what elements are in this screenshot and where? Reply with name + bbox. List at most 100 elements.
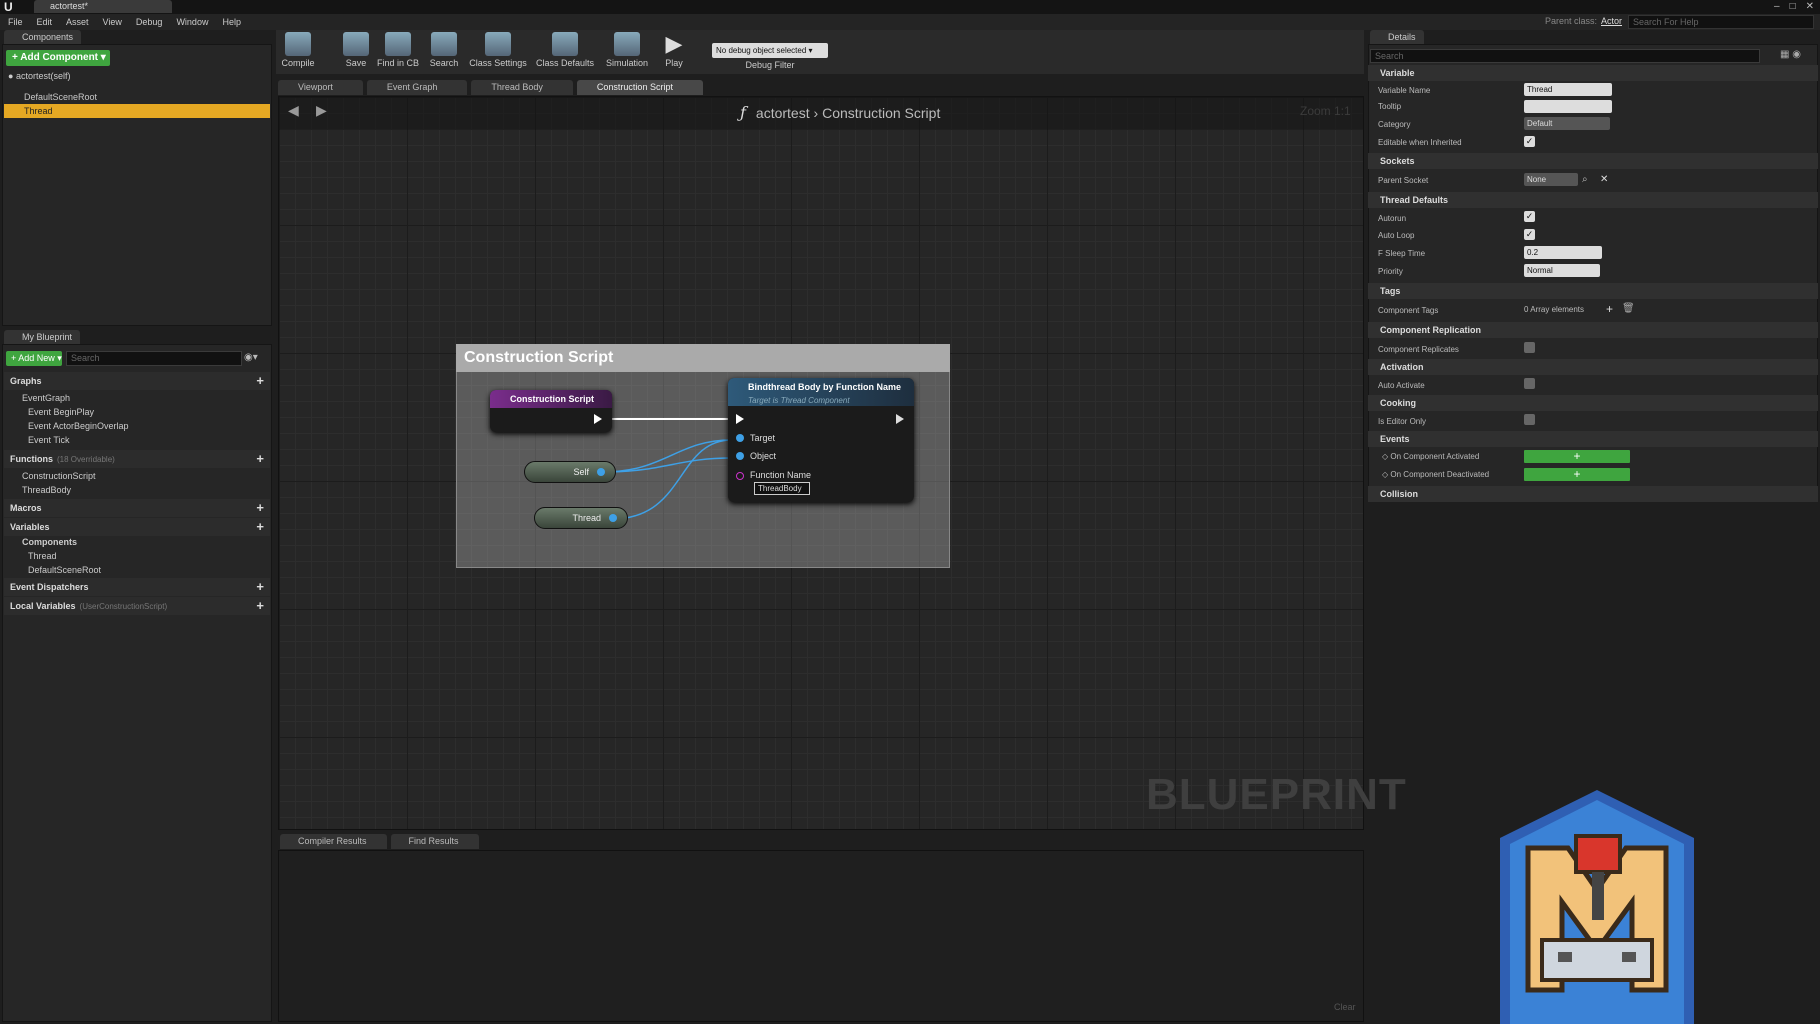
- category-local-variables[interactable]: Local Variables (UserConstructionScript) +: [4, 597, 270, 615]
- menu-window[interactable]: Window: [176, 14, 208, 30]
- editable-inherited-checkbox[interactable]: ✓: [1524, 136, 1535, 147]
- simulation-button[interactable]: Simulation: [602, 32, 652, 68]
- section-collision[interactable]: Collision: [1368, 486, 1818, 502]
- menu-view[interactable]: View: [103, 14, 122, 30]
- thread-out-pin[interactable]: [609, 514, 617, 522]
- tab-event-graph[interactable]: Event Graph: [366, 80, 468, 95]
- menu-edit[interactable]: Edit: [37, 14, 53, 30]
- menu-asset[interactable]: Asset: [66, 14, 89, 30]
- blueprint-search-input[interactable]: Search: [66, 351, 242, 366]
- object-pin[interactable]: [736, 452, 744, 460]
- menu-file[interactable]: File: [8, 14, 23, 30]
- category-variables[interactable]: Variables +: [4, 518, 270, 536]
- tree-component-thread[interactable]: Thread: [10, 549, 57, 563]
- priority-select[interactable]: Normal: [1524, 264, 1600, 277]
- autorun-checkbox[interactable]: ✓: [1524, 211, 1535, 222]
- category-graphs[interactable]: Graphs +: [4, 372, 270, 390]
- maximize-icon[interactable]: □: [1790, 0, 1796, 14]
- clear-button[interactable]: Clear: [1334, 1002, 1356, 1012]
- tree-event-tick[interactable]: Event Tick: [10, 433, 70, 447]
- tree-event-actorbeginoverlap[interactable]: Event ActorBeginOverlap: [10, 419, 129, 433]
- save-button[interactable]: Save: [332, 32, 380, 68]
- tab-viewport[interactable]: Viewport: [278, 80, 363, 95]
- play-button[interactable]: ▶ Play: [650, 32, 698, 69]
- add-local-variable-icon[interactable]: +: [256, 597, 264, 615]
- exec-out-pin[interactable]: [594, 414, 602, 424]
- tree-components[interactable]: Components: [4, 535, 77, 549]
- tab-construction-script[interactable]: Construction Script: [576, 80, 703, 95]
- components-self[interactable]: ● actortest(self): [8, 71, 70, 81]
- section-cooking[interactable]: Cooking: [1368, 395, 1818, 411]
- tab-thread-body[interactable]: Thread Body: [471, 80, 573, 95]
- comment-title[interactable]: Construction Script: [456, 344, 950, 372]
- socket-browse-icon[interactable]: ⌕: [1582, 174, 1588, 185]
- add-variable-icon[interactable]: +: [256, 518, 264, 536]
- category-select[interactable]: Default: [1524, 117, 1610, 130]
- function-name-input[interactable]: ThreadBody: [754, 482, 810, 495]
- tree-function-threadbody[interactable]: ThreadBody: [4, 483, 71, 497]
- tab-details[interactable]: Details: [1370, 30, 1424, 44]
- self-node[interactable]: Self: [524, 461, 616, 483]
- socket-clear-icon[interactable]: ✕: [1600, 174, 1608, 185]
- details-search-input[interactable]: Search: [1370, 49, 1760, 63]
- help-search-input[interactable]: Search For Help: [1628, 15, 1814, 29]
- tree-event-beginplay[interactable]: Event BeginPlay: [10, 405, 94, 419]
- add-new-button[interactable]: + Add New ▾: [6, 351, 62, 366]
- on-deactivated-add-button[interactable]: +: [1524, 468, 1630, 481]
- view-options-eye-icon[interactable]: ◉▾: [244, 352, 258, 363]
- target-pin[interactable]: [736, 434, 744, 442]
- then-exec-pin[interactable]: [896, 414, 904, 424]
- component-defaultsceneroot[interactable]: DefaultSceneRoot: [4, 90, 270, 104]
- forward-arrow-icon[interactable]: ▶: [316, 102, 327, 119]
- sleep-time-input[interactable]: 0.2: [1524, 246, 1602, 259]
- add-macro-icon[interactable]: +: [256, 499, 264, 517]
- section-sockets[interactable]: Sockets: [1368, 153, 1818, 169]
- find-in-cb-button[interactable]: Find in CB: [374, 32, 422, 68]
- tree-function-constructionscript[interactable]: ConstructionScript: [4, 469, 96, 483]
- details-view-options-icon[interactable]: ▦ ◉: [1780, 49, 1801, 60]
- breadcrumb-root[interactable]: actortest: [756, 105, 810, 121]
- component-replicates-checkbox[interactable]: [1524, 342, 1535, 353]
- add-function-icon[interactable]: +: [256, 450, 264, 468]
- self-out-pin[interactable]: [597, 468, 605, 476]
- section-variable[interactable]: Variable: [1368, 65, 1818, 81]
- parent-class-link[interactable]: Actor: [1601, 16, 1622, 26]
- tab-components[interactable]: Components: [4, 30, 82, 44]
- menu-help[interactable]: Help: [222, 14, 241, 30]
- minimize-icon[interactable]: –: [1774, 0, 1780, 14]
- debug-object-select[interactable]: No debug object selected ▾: [712, 43, 828, 58]
- add-component-button[interactable]: + Add Component ▾: [6, 50, 110, 66]
- section-thread-defaults[interactable]: Thread Defaults: [1368, 192, 1818, 208]
- component-thread[interactable]: Thread: [4, 104, 270, 118]
- add-tag-icon[interactable]: +: [1606, 302, 1613, 316]
- tree-event-graph[interactable]: EventGraph: [4, 391, 70, 405]
- tooltip-input[interactable]: [1524, 100, 1612, 113]
- class-settings-button[interactable]: Class Settings: [468, 32, 528, 68]
- close-icon[interactable]: ✕: [1806, 0, 1814, 14]
- section-events[interactable]: Events: [1368, 431, 1818, 447]
- section-component-replication[interactable]: Component Replication: [1368, 322, 1818, 338]
- auto-activate-checkbox[interactable]: [1524, 378, 1535, 389]
- delete-tags-icon[interactable]: 🗑: [1622, 303, 1635, 314]
- document-tab[interactable]: actortest*: [34, 0, 172, 13]
- function-name-pin[interactable]: [736, 472, 744, 480]
- exec-in-pin[interactable]: [736, 414, 744, 424]
- tree-component-defaultsceneroot[interactable]: DefaultSceneRoot: [10, 563, 101, 577]
- search-button[interactable]: Search: [420, 32, 468, 68]
- add-graph-icon[interactable]: +: [256, 372, 264, 390]
- thread-node[interactable]: Thread: [534, 507, 628, 529]
- on-activated-add-button[interactable]: +: [1524, 450, 1630, 463]
- auto-loop-checkbox[interactable]: ✓: [1524, 229, 1535, 240]
- variable-name-input[interactable]: Thread: [1524, 83, 1612, 96]
- category-functions[interactable]: Functions (18 Overridable) +: [4, 450, 270, 468]
- menu-debug[interactable]: Debug: [136, 14, 163, 30]
- section-activation[interactable]: Activation: [1368, 359, 1818, 375]
- category-event-dispatchers[interactable]: Event Dispatchers +: [4, 578, 270, 596]
- tab-compiler-results[interactable]: Compiler Results: [280, 834, 387, 849]
- tab-find-results[interactable]: Find Results: [390, 834, 479, 849]
- add-dispatcher-icon[interactable]: +: [256, 578, 264, 596]
- back-arrow-icon[interactable]: ◀: [288, 102, 299, 119]
- class-defaults-button[interactable]: Class Defaults: [534, 32, 596, 68]
- category-macros[interactable]: Macros +: [4, 499, 270, 517]
- section-tags[interactable]: Tags: [1368, 283, 1818, 299]
